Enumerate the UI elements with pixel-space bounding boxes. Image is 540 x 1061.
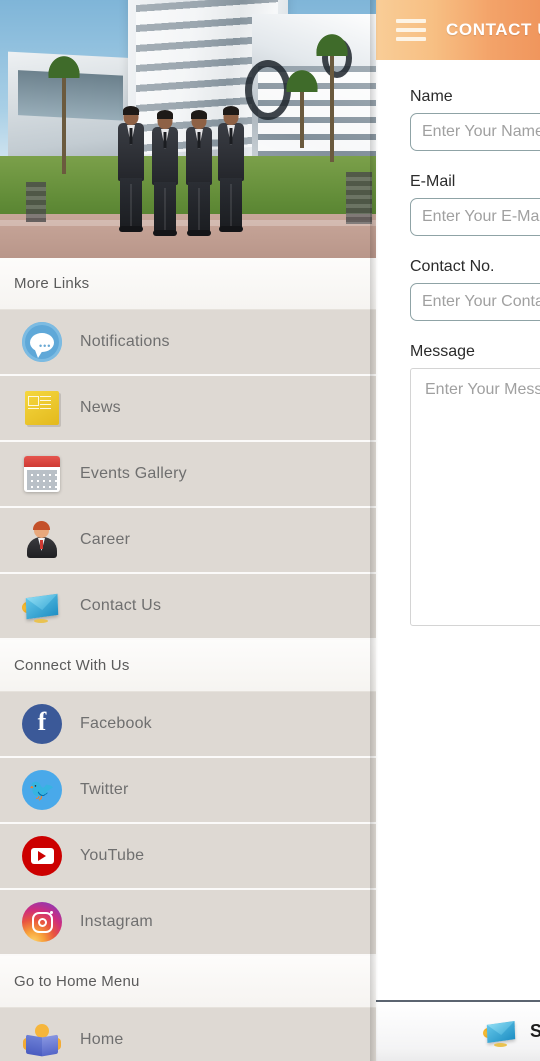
youtube-icon [22, 836, 62, 876]
section-header-connect-with-us: Connect With Us [0, 640, 376, 692]
banner-student [118, 106, 144, 232]
banner-palm-tree [306, 22, 358, 162]
app-root: More Links ••• Notifications News Events… [0, 0, 540, 1061]
drawer-item-label: Notifications [80, 333, 170, 350]
reading-person-icon [22, 1020, 62, 1060]
hamburger-menu-icon[interactable] [396, 19, 426, 41]
drawer-item-instagram[interactable]: Instagram [0, 890, 376, 956]
drawer-item-label: News [80, 399, 121, 416]
send-button[interactable]: Send [482, 1015, 540, 1049]
drawer-item-news[interactable]: News [0, 376, 376, 442]
contact-number-field-group: Contact No. [410, 258, 540, 321]
envelope-send-icon [482, 1015, 518, 1049]
drawer-item-label: Facebook [80, 715, 152, 732]
banner-kerb [346, 172, 372, 224]
navigation-drawer: More Links ••• Notifications News Events… [0, 0, 376, 1061]
section-header-more-links: More Links [0, 258, 376, 310]
banner-palm-tree [38, 44, 90, 174]
businessman-icon [22, 520, 62, 560]
name-label: Name [410, 88, 453, 105]
email-field-group: E-Mail [410, 173, 540, 236]
banner-student [218, 106, 244, 232]
twitter-icon: 🐦 [22, 770, 62, 810]
drawer-item-contact-us[interactable]: Contact Us [0, 574, 376, 640]
send-action-bar: Send [376, 1000, 540, 1061]
calendar-icon [22, 454, 62, 494]
banner-student [152, 110, 178, 236]
drawer-item-home[interactable]: Home [0, 1008, 376, 1061]
drawer-item-label: Contact Us [80, 597, 162, 614]
drawer-item-label: Instagram [80, 913, 153, 930]
contact-form: Name E-Mail Contact No. Message [376, 60, 540, 653]
name-input[interactable] [410, 113, 540, 151]
send-button-label: Send [529, 1021, 540, 1041]
contact-page-panel: CONTACT US Name E-Mail Contact No. Messa… [376, 0, 540, 1061]
page-title: CONTACT US [446, 20, 540, 39]
drawer-item-label: Home [80, 1031, 124, 1048]
drawer-item-label: Events Gallery [80, 465, 187, 482]
drawer-item-label: Career [80, 531, 131, 548]
drawer-item-label: Twitter [80, 781, 129, 798]
drawer-item-events-gallery[interactable]: Events Gallery [0, 442, 376, 508]
banner-palm-tree [276, 58, 328, 148]
drawer-item-youtube[interactable]: YouTube [0, 824, 376, 890]
drawer-item-label: YouTube [80, 847, 145, 864]
email-input[interactable] [410, 198, 540, 236]
banner-student [186, 110, 212, 236]
drawer-item-career[interactable]: Career [0, 508, 376, 574]
name-field-group: Name [410, 88, 540, 151]
drawer-item-twitter[interactable]: 🐦 Twitter [0, 758, 376, 824]
message-textarea[interactable] [410, 368, 540, 626]
email-label: E-Mail [410, 173, 456, 190]
contact-number-label: Contact No. [410, 258, 495, 275]
message-field-group: Message [410, 343, 540, 631]
drawer-item-facebook[interactable]: f Facebook [0, 692, 376, 758]
envelope-icon [22, 586, 62, 626]
instagram-icon [22, 902, 62, 942]
facebook-icon: f [22, 704, 62, 744]
app-top-bar: CONTACT US [376, 0, 540, 60]
campus-banner-image [0, 0, 376, 258]
section-header-go-to-home-menu: Go to Home Menu [0, 956, 376, 1008]
contact-number-input[interactable] [410, 283, 540, 321]
drawer-item-notifications[interactable]: ••• Notifications [0, 310, 376, 376]
speech-bubble-icon: ••• [22, 322, 62, 362]
message-label: Message [410, 343, 475, 360]
banner-kerb [26, 182, 46, 222]
newspaper-icon [22, 388, 62, 428]
